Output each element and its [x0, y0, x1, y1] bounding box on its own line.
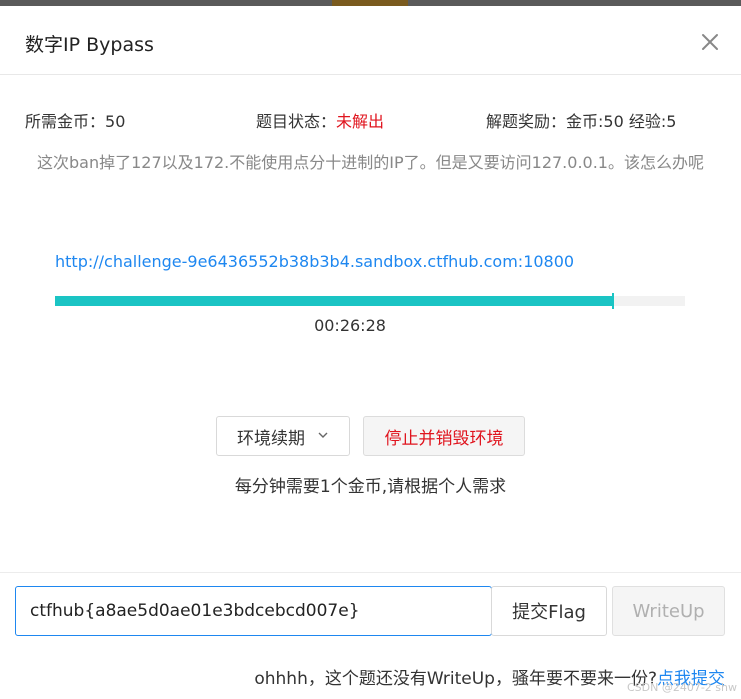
destroy-environment-button[interactable]: 停止并销毁环境 [363, 416, 525, 456]
challenge-status-value: 未解出 [336, 112, 385, 131]
writeup-note-text: ohhhh，这个题还没有WriteUp，骚年要不要来一份? [254, 669, 657, 689]
required-coins-label: 所需金币： [25, 112, 106, 131]
challenge-modal: 数字IP Bypass 所需金币：50 题目状态：未解出 解题奖励：金币:50 … [0, 6, 741, 699]
solve-reward-label: 解题奖励： [486, 112, 567, 131]
footer-divider [0, 572, 741, 573]
solve-reward: 解题奖励：金币:50 经验:5 [486, 108, 676, 132]
time-remaining: 00:26:28 [314, 316, 386, 335]
time-progress-marker [612, 293, 615, 309]
watermark: CSDN @2407-2 shw [626, 681, 737, 694]
solve-reward-value: 金币:50 经验:5 [566, 112, 677, 131]
challenge-status-label: 题目状态： [256, 112, 337, 131]
chevron-down-icon [317, 426, 329, 446]
writeup-button[interactable]: WriteUp [612, 586, 725, 636]
close-icon [702, 34, 718, 50]
renew-environment-button[interactable]: 环境续期 [216, 416, 350, 456]
required-coins: 所需金币：50 [25, 108, 125, 132]
modal-header: 数字IP Bypass [0, 6, 741, 75]
time-progress-fill [55, 296, 614, 306]
time-progress-bar [55, 293, 685, 309]
close-button[interactable] [698, 30, 722, 54]
challenge-description: 这次ban掉了127以及172.不能使用点分十进制的IP了。但是又要访问127.… [37, 153, 704, 172]
renew-environment-label: 环境续期 [237, 428, 305, 449]
flag-input[interactable] [15, 586, 492, 636]
environment-url-link[interactable]: http://challenge-9e6436552b38b3b4.sandbo… [55, 252, 574, 271]
cost-note: 每分钟需要1个金币,请根据个人需求 [234, 477, 507, 497]
modal-title: 数字IP Bypass [25, 34, 154, 56]
challenge-status: 题目状态：未解出 [256, 108, 384, 132]
required-coins-value: 50 [105, 112, 126, 131]
submit-flag-button[interactable]: 提交Flag [491, 586, 607, 636]
